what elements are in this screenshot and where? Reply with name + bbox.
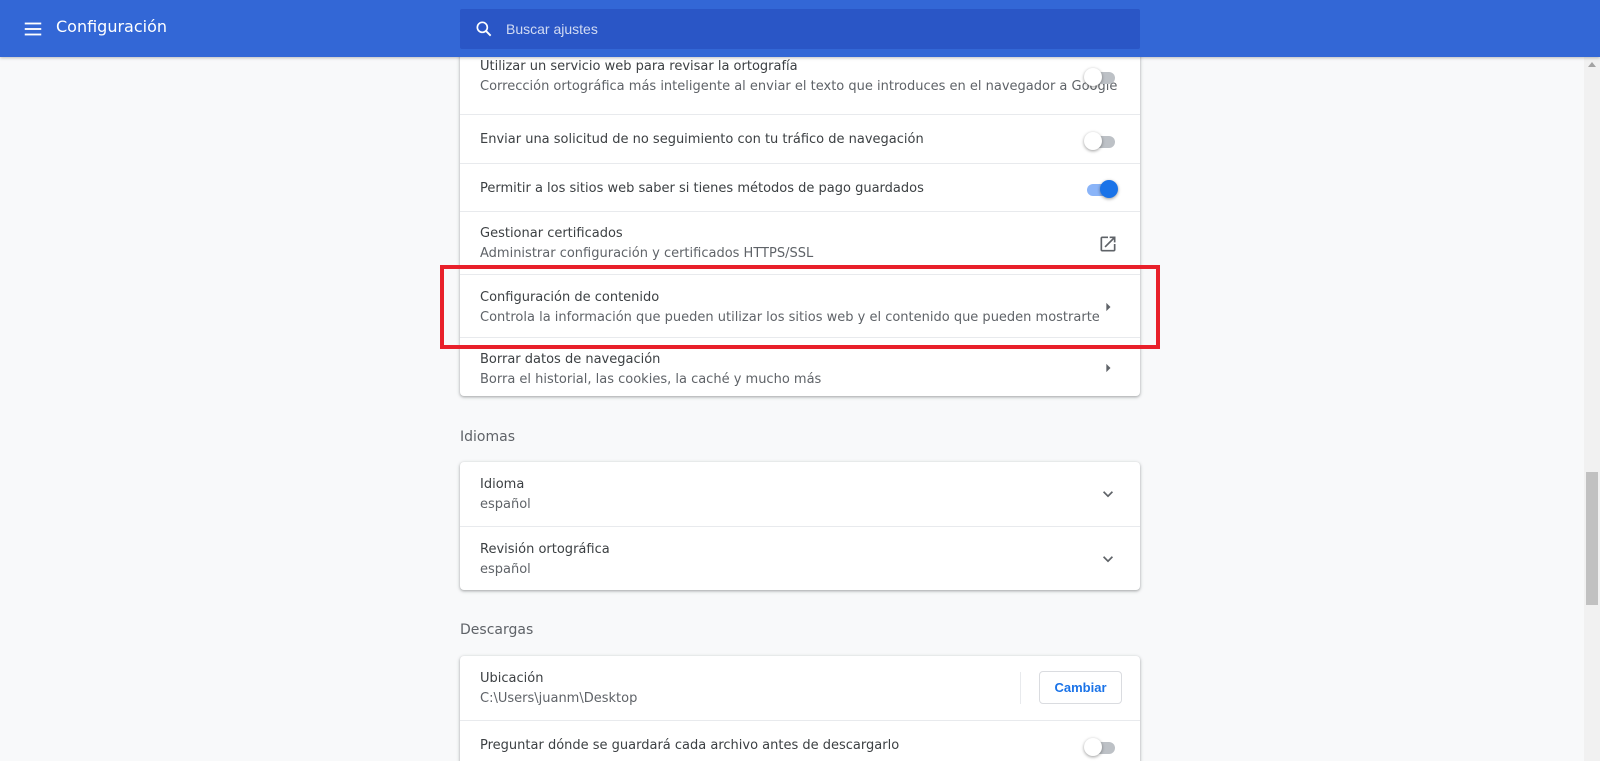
do-not-track-toggle[interactable]	[1084, 130, 1118, 150]
search-input[interactable]	[506, 9, 1126, 49]
ask-where-to-save-title: Preguntar dónde se guardará cada archivo…	[480, 738, 900, 753]
spellcheck-service-row[interactable]: Utilizar un servicio web para revisar la…	[460, 57, 1140, 114]
scrollbar-thumb[interactable]	[1586, 472, 1598, 605]
clear-browsing-data-title: Borrar datos de navegación	[480, 352, 661, 367]
content-settings-subtitle: Controla la información que pueden utili…	[480, 310, 1100, 325]
language-title: Idioma	[480, 477, 525, 492]
download-location-row: Ubicación C:\Users\juanm\Desktop Cambiar	[460, 656, 1140, 720]
ask-where-to-save-row[interactable]: Preguntar dónde se guardará cada archivo…	[460, 720, 1140, 761]
languages-section-title: Idiomas	[460, 429, 515, 445]
payment-methods-toggle[interactable]	[1084, 178, 1118, 198]
download-location-path: C:\Users\juanm\Desktop	[480, 691, 638, 706]
language-value: español	[480, 497, 531, 512]
languages-card: Idioma español Revisión ortográfica espa…	[460, 462, 1140, 590]
payment-methods-title: Permitir a los sitios web saber si tiene…	[480, 181, 924, 196]
hamburger-menu-icon[interactable]	[22, 18, 44, 40]
page-title: Configuración	[56, 17, 168, 36]
manage-certificates-title: Gestionar certificados	[480, 226, 623, 241]
search-box[interactable]	[460, 9, 1140, 49]
open-in-new-icon[interactable]	[1098, 234, 1118, 254]
content-settings-title: Configuración de contenido	[480, 290, 660, 305]
arrow-right-icon[interactable]	[1098, 297, 1118, 317]
download-location-title: Ubicación	[480, 671, 544, 686]
privacy-card: Utilizar un servicio web para revisar la…	[460, 57, 1140, 396]
do-not-track-row[interactable]: Enviar una solicitud de no seguimiento c…	[460, 114, 1140, 163]
payment-methods-row[interactable]: Permitir a los sitios web saber si tiene…	[460, 163, 1140, 211]
language-row[interactable]: Idioma español	[460, 462, 1140, 526]
search-icon	[476, 21, 492, 37]
spellcheck-service-toggle[interactable]	[1084, 66, 1118, 86]
spellcheck-service-subtitle: Corrección ortográfica más inteligente a…	[480, 79, 1118, 94]
do-not-track-title: Enviar una solicitud de no seguimiento c…	[480, 132, 924, 147]
clear-browsing-data-row[interactable]: Borrar datos de navegación Borra el hist…	[460, 337, 1140, 396]
settings-toolbar: Configuración	[0, 0, 1600, 57]
ask-where-to-save-toggle[interactable]	[1084, 736, 1118, 756]
chevron-down-icon[interactable]	[1098, 484, 1118, 504]
spellcheck-language-value: español	[480, 562, 531, 577]
manage-certificates-row[interactable]: Gestionar certificados Administrar confi…	[460, 211, 1140, 274]
spellcheck-language-row[interactable]: Revisión ortográfica español	[460, 526, 1140, 590]
row-separator	[1020, 672, 1021, 704]
chevron-down-icon[interactable]	[1098, 549, 1118, 569]
spellcheck-language-title: Revisión ortográfica	[480, 542, 610, 557]
manage-certificates-subtitle: Administrar configuración y certificados…	[480, 246, 814, 261]
content-settings-row[interactable]: Configuración de contenido Controla la i…	[460, 274, 1140, 337]
scroll-up-arrow-icon[interactable]	[1588, 62, 1596, 67]
spellcheck-service-title: Utilizar un servicio web para revisar la…	[480, 59, 798, 74]
arrow-right-icon[interactable]	[1098, 358, 1118, 378]
change-location-button[interactable]: Cambiar	[1039, 671, 1122, 704]
downloads-section-title: Descargas	[460, 622, 534, 638]
page-scrollbar[interactable]	[1584, 57, 1600, 761]
clear-browsing-data-subtitle: Borra el historial, las cookies, la cach…	[480, 372, 822, 387]
downloads-card: Ubicación C:\Users\juanm\Desktop Cambiar…	[460, 656, 1140, 761]
settings-content: Utilizar un servicio web para revisar la…	[0, 57, 1584, 761]
